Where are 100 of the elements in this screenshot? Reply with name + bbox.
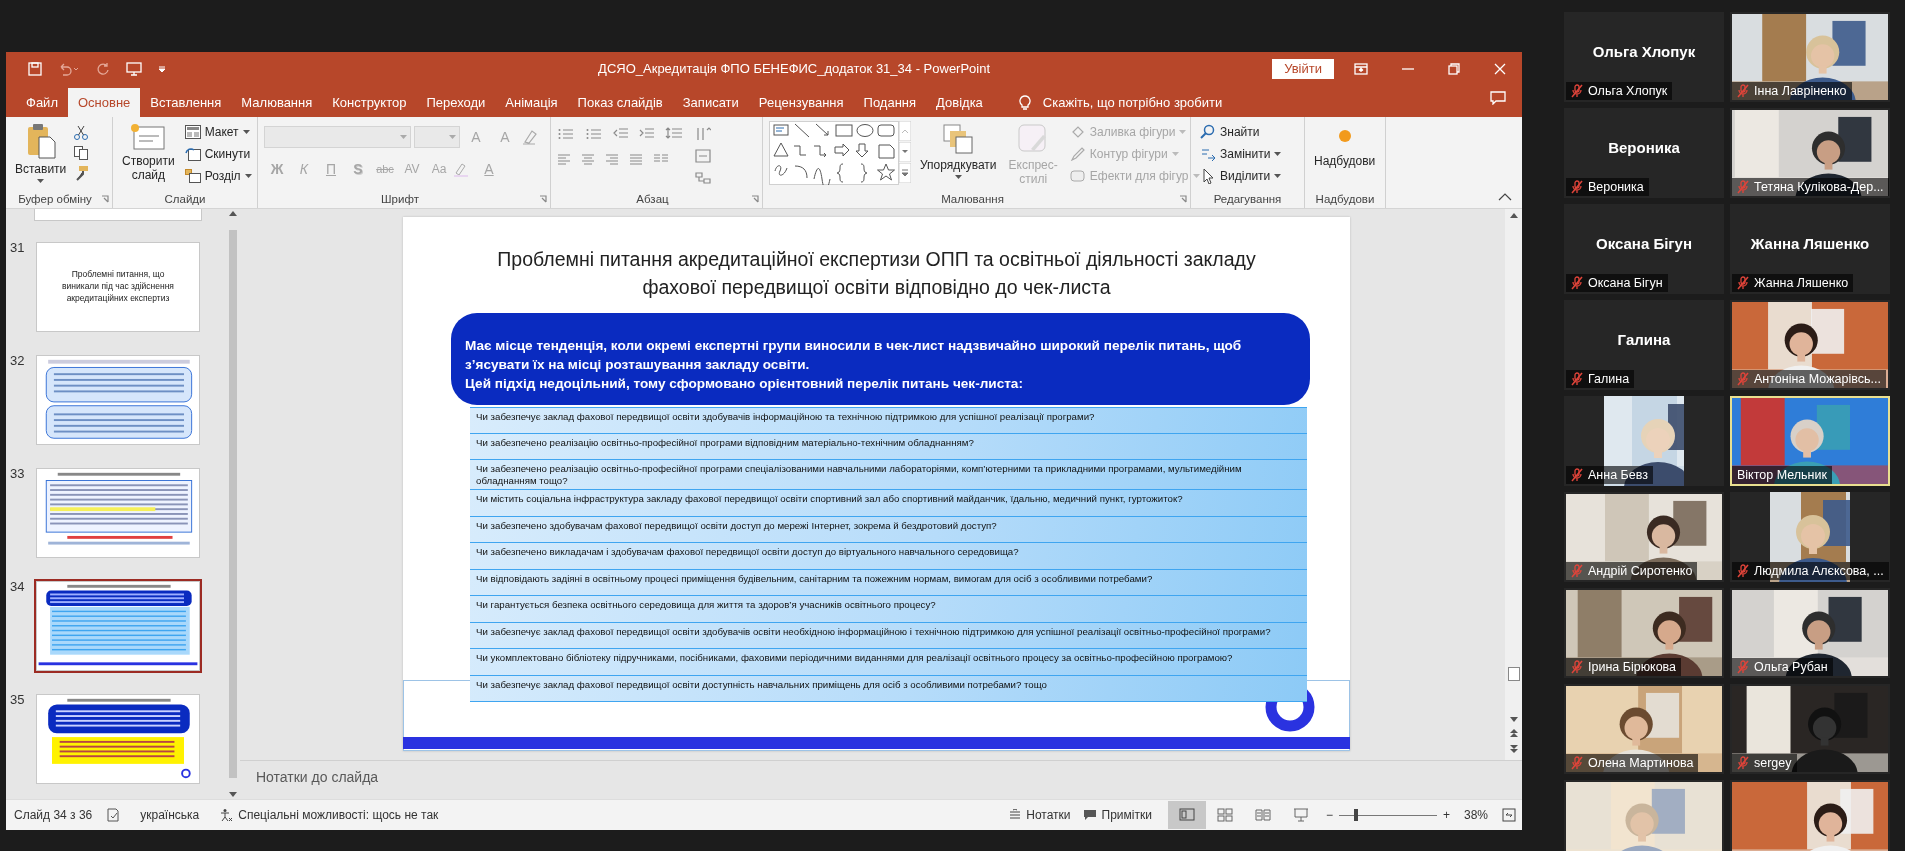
ribbon-tab[interactable]: Подання [853, 88, 927, 118]
ribbon-tab[interactable]: Рецензування [748, 88, 854, 118]
ribbon-tab[interactable]: Записати [672, 88, 749, 118]
video-tile[interactable]: Інна Лавріненко [1730, 12, 1890, 102]
video-tile[interactable]: Тетяна Кулікова-Дер... [1730, 108, 1890, 198]
video-tile[interactable]: Антоніна Можарівсь... [1730, 300, 1890, 390]
accessibility-button[interactable]: Спеціальні можливості: щось не так [213, 801, 445, 830]
participant-name: Вероника [1608, 138, 1680, 156]
slide-thumbnail[interactable]: Проблемні питання, що виникали під час здійснення акредитаційних експертиз [34, 240, 202, 335]
zoom-level-button[interactable]: 38% [1457, 801, 1494, 830]
slide-command-button[interactable]: Макет [181, 121, 255, 144]
clear-formatting-icon[interactable] [521, 129, 537, 146]
add-ins-button[interactable]: Надбудови [1311, 121, 1379, 171]
ribbon-tab[interactable]: Вставлення [140, 88, 232, 118]
zoom-out-button[interactable]: − [1323, 801, 1335, 830]
slide-command-button[interactable]: Розділ [181, 165, 255, 188]
video-tile[interactable]: Ольга Хлопук Ольга Хлопук [1564, 12, 1724, 102]
ribbon-tab[interactable]: Малювання [231, 88, 323, 118]
font-name-field[interactable] [264, 126, 411, 149]
new-slide-button[interactable]: Створити слайд [119, 121, 178, 185]
align-left-icon[interactable] [557, 153, 571, 166]
gallery-up-icon[interactable] [899, 121, 911, 142]
video-tile[interactable]: Олена Мартинова [1564, 684, 1724, 774]
caret-icon [37, 179, 45, 184]
tell-me-field[interactable]: Скажіть, що потрібно зробити [1040, 94, 1271, 112]
increase-indent-icon[interactable] [639, 127, 655, 140]
lightbulb-icon[interactable] [1018, 94, 1031, 111]
customize-icon[interactable] [158, 64, 166, 73]
dialog-launcher-icon[interactable] [751, 194, 759, 203]
caret-icon [954, 175, 962, 180]
scroll-thumb[interactable] [229, 230, 237, 779]
align-center-icon[interactable] [581, 153, 595, 166]
callout-text: Цей підхід недоцільний, тому сформовано орієнтовний перелік питань чек-листа: [465, 374, 1024, 393]
paste-button[interactable]: Вставити [12, 121, 70, 186]
dialog-launcher-icon[interactable] [101, 194, 109, 203]
scroll-up-icon[interactable] [1509, 213, 1518, 219]
zoom-slider-thumb[interactable] [1353, 809, 1358, 822]
smartart-icon[interactable] [695, 171, 711, 186]
fit-to-window-icon[interactable] [1502, 808, 1516, 823]
undo-icon[interactable] [58, 61, 80, 76]
video-tile[interactable]: Галина Галина [1564, 300, 1724, 390]
video-tile[interactable]: sergey [1730, 684, 1890, 774]
clipboard-icon [25, 123, 56, 160]
redo-icon[interactable] [96, 61, 110, 76]
notes-button[interactable]: Нотатки [1003, 801, 1077, 830]
ribbon-tab[interactable]: Анімація [495, 88, 568, 118]
copy-icon[interactable] [73, 145, 90, 162]
video-tile[interactable]: Ольга Рубан [1730, 588, 1890, 678]
video-tile[interactable]: Анна Бевз [1564, 396, 1724, 486]
numbering-icon[interactable] [585, 127, 603, 140]
dialog-launcher-icon[interactable] [539, 194, 547, 203]
caret-icon [1274, 174, 1282, 179]
video-tile[interactable]: Жанна Ляшенко Жанна Ляшенко [1730, 204, 1890, 294]
group-label: Абзац [635, 192, 670, 205]
comments-icon[interactable] [1490, 91, 1506, 106]
view-button[interactable] [1167, 801, 1206, 830]
slide-command-button[interactable]: Скинути [181, 143, 255, 166]
align-right-icon[interactable] [605, 153, 619, 166]
font-size-field[interactable] [414, 126, 460, 149]
notes-field[interactable]: Нотатки до слайда [240, 761, 640, 794]
ribbon-tab[interactable]: Файл [16, 88, 68, 118]
video-tile[interactable]: Оксана Бігун Оксана Бігун [1564, 204, 1724, 294]
language-button[interactable]: українська [134, 801, 206, 830]
gallery-down-icon[interactable] [899, 142, 911, 163]
sign-in-button[interactable]: Увійти [1272, 58, 1334, 79]
save-icon[interactable] [28, 61, 42, 76]
shape-gallery[interactable] [769, 121, 899, 186]
close-icon[interactable] [1494, 62, 1506, 75]
video-tile[interactable]: Віктор Мельник [1730, 396, 1890, 486]
align-text-icon[interactable] [695, 149, 711, 164]
zoom-in-button[interactable]: + [1440, 801, 1452, 830]
decrease-indent-icon[interactable] [613, 127, 629, 140]
ribbon-tab[interactable]: Основне [67, 88, 141, 118]
video-tile[interactable]: Андрій Сиротенко [1564, 492, 1724, 582]
collapse-ribbon-icon[interactable] [1498, 193, 1512, 202]
restore-icon[interactable] [1448, 62, 1460, 75]
spell-check-icon[interactable] [106, 808, 121, 823]
ribbon-display-icon[interactable] [1354, 62, 1368, 75]
arrange-button[interactable]: Упорядкувати [917, 121, 1000, 182]
ribbon-tab[interactable]: Довідка [926, 88, 993, 118]
ribbon-tab[interactable]: Переходи [416, 88, 496, 118]
comments-button[interactable]: Примітки [1076, 801, 1158, 830]
next-slide-icon[interactable] [1508, 744, 1519, 755]
scroll-down-icon[interactable] [1509, 717, 1518, 723]
line-spacing-icon[interactable] [665, 127, 683, 140]
cut-icon[interactable] [73, 125, 90, 142]
ribbon-tab[interactable]: Показ слайдів [567, 88, 673, 118]
justify-icon[interactable] [629, 153, 643, 166]
text-direction-icon[interactable] [695, 127, 711, 142]
previous-slide-icon[interactable] [1508, 728, 1519, 739]
slide-thumbnail[interactable] [34, 579, 202, 674]
bullets-icon[interactable] [557, 127, 575, 140]
gallery-more-icon[interactable] [899, 163, 911, 184]
video-tile[interactable]: Вероника Вероника [1564, 108, 1724, 198]
scroll-thumb[interactable] [1507, 667, 1520, 682]
dialog-launcher-icon[interactable] [1179, 194, 1187, 203]
video-tile[interactable]: Ірина Бірюкова [1564, 588, 1724, 678]
video-tile[interactable]: Людмила Алєксова, ... [1730, 492, 1890, 582]
ribbon-tab[interactable]: Конструктор [322, 88, 417, 118]
presentation-icon[interactable] [126, 61, 142, 76]
